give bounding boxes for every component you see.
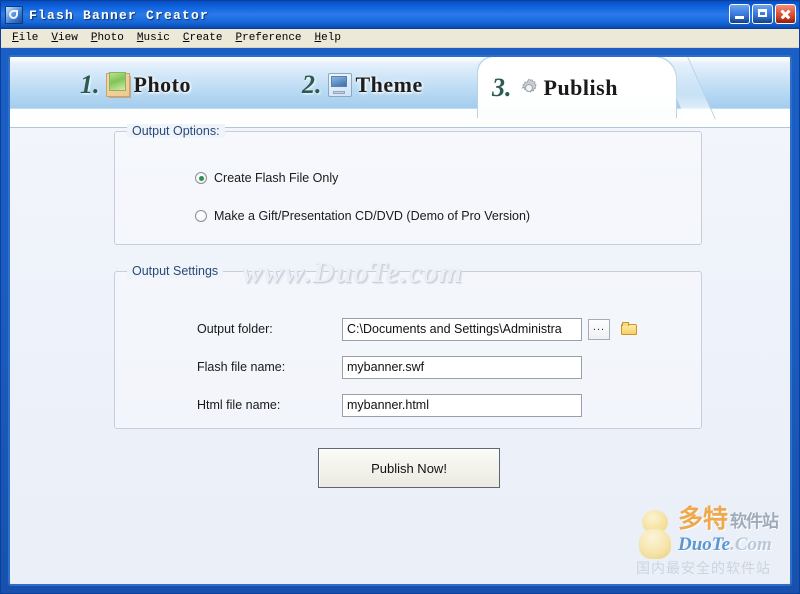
menu-item-file[interactable]: File [6, 31, 45, 45]
corner-watermark-logo: 多特 软件站 DuoTe.Com 国内最安全的软件站 [634, 502, 784, 580]
tab-theme-label: Theme [355, 71, 423, 97]
publish-now-button[interactable]: Publish Now! [318, 448, 500, 488]
gear-icon [518, 77, 540, 99]
output-settings-title: Output Settings [127, 264, 224, 278]
menu-item-view[interactable]: View [45, 31, 84, 45]
client-area: 1. Photo 2. Theme 3. Publish Output Opti… [1, 48, 799, 593]
open-folder-button[interactable] [617, 319, 641, 340]
radio-label-gift-cd: Make a Gift/Presentation CD/DVD (Demo of… [214, 209, 531, 223]
menu-item-preference[interactable]: Preference [230, 31, 309, 45]
watermark-english-name: DuoTe.Com [678, 534, 772, 556]
tab-theme-number: 2. [302, 69, 322, 99]
output-options-group: Output Options: Create Flash File Only M… [114, 124, 702, 245]
watermark-cn-sub: 软件站 [730, 512, 779, 531]
watermark-chinese-name: 多特 软件站 [678, 505, 779, 535]
tab-photo-number: 1. [80, 69, 100, 99]
window-title: Flash Banner Creator [29, 7, 210, 23]
menu-item-music[interactable]: Music [131, 31, 177, 45]
flash-file-name-row: Flash file name: mybanner.swf [197, 355, 582, 379]
output-folder-input[interactable]: C:\Documents and Settings\Administra [342, 317, 582, 341]
window-controls [729, 4, 796, 24]
menu-bar: File View Photo Music Create Preference … [1, 29, 799, 48]
tab-publish-label: Publish [543, 75, 618, 100]
monitor-icon [327, 72, 352, 97]
watermark-slogan: 国内最安全的软件站 [636, 560, 771, 576]
html-file-name-input[interactable]: mybanner.html [342, 393, 582, 417]
maximize-button[interactable] [752, 4, 773, 24]
radio-indicator-gift-cd[interactable] [195, 210, 207, 222]
output-folder-label: Output folder: [197, 322, 273, 336]
open-folder-icon [620, 322, 638, 336]
watermark-cn-main: 多特 [678, 505, 729, 533]
photo-icon [105, 71, 130, 97]
tab-photo[interactable]: 1. Photo [66, 57, 205, 112]
html-file-name-label: Html file name: [197, 398, 281, 412]
menu-item-photo[interactable]: Photo [85, 31, 131, 45]
mascot-icon [636, 510, 674, 562]
tab-photo-label: Photo [133, 71, 191, 97]
radio-indicator-flash-only[interactable] [195, 172, 207, 184]
watermark-en-bright: DuoTe [678, 534, 731, 555]
flash-file-name-label: Flash file name: [197, 360, 286, 374]
output-settings-group: Output Settings Output folder: C:\Docume… [114, 264, 702, 429]
menu-item-help[interactable]: Help [309, 31, 348, 45]
close-button[interactable] [775, 4, 796, 24]
radio-make-gift-cd-dvd[interactable]: Make a Gift/Presentation CD/DVD (Demo of… [195, 209, 530, 223]
tab-publish[interactable]: 3. Publish [478, 57, 676, 119]
output-folder-row: Output folder: C:\Documents and Settings… [197, 317, 641, 341]
html-file-name-row: Html file name: mybanner.html [197, 393, 582, 417]
menu-item-create[interactable]: Create [177, 31, 230, 45]
output-options-title: Output Options: [127, 124, 225, 138]
radio-label-flash-only: Create Flash File Only [214, 171, 339, 185]
tab-theme[interactable]: 2. Theme [288, 57, 437, 112]
publish-page: Output Options: Create Flash File Only M… [10, 124, 790, 584]
flash-file-name-input[interactable]: mybanner.swf [342, 355, 582, 379]
tab-publish-number: 3. [492, 73, 512, 102]
radio-create-flash-file-only[interactable]: Create Flash File Only [195, 171, 338, 185]
watermark-en-dim: .Com [730, 534, 772, 555]
browse-folder-button[interactable]: ... [588, 318, 610, 340]
application-window: Flash Banner Creator File View Photo Mus… [0, 0, 800, 594]
title-bar: Flash Banner Creator [1, 1, 799, 29]
wizard-frame: 1. Photo 2. Theme 3. Publish Output Opti… [8, 55, 792, 586]
app-icon [5, 6, 23, 24]
minimize-button[interactable] [729, 4, 750, 24]
wizard-tab-strip: 1. Photo 2. Theme 3. Publish [10, 57, 790, 128]
